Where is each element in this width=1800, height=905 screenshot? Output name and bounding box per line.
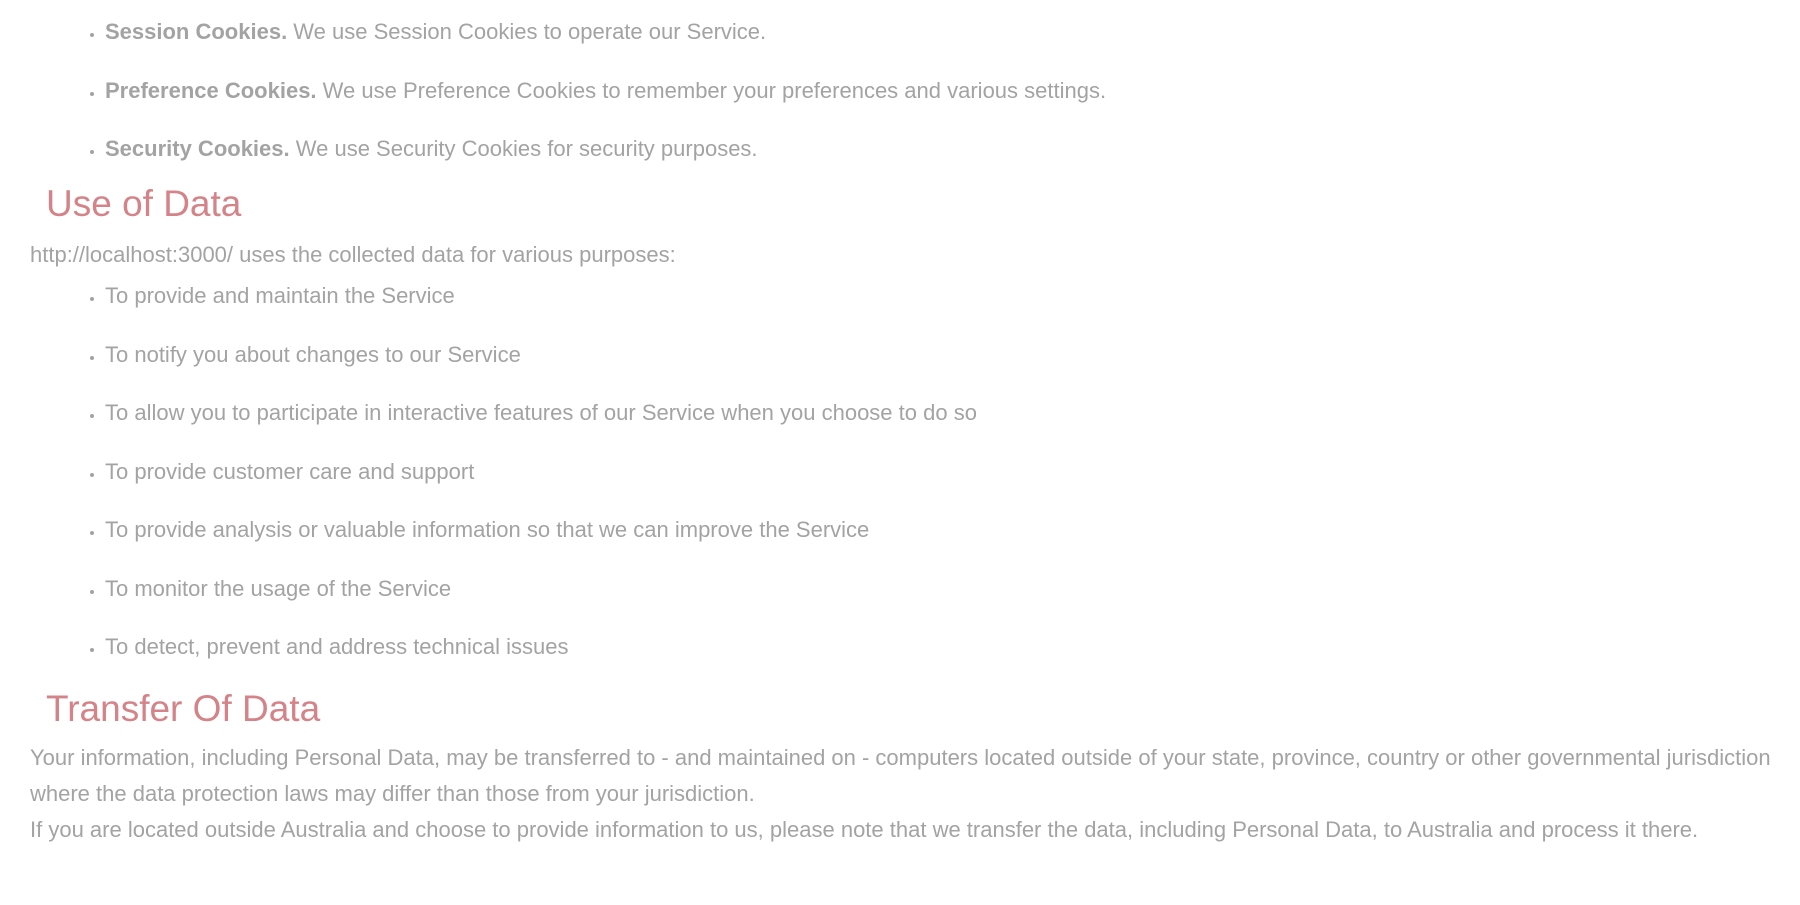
list-item: To monitor the usage of the Service — [105, 576, 1790, 602]
transfer-of-data-heading: Transfer Of Data — [46, 688, 321, 729]
use-of-data-heading: Use of Data — [46, 183, 242, 224]
list-item: To detect, prevent and address technical… — [105, 634, 1790, 660]
cookie-type-text: We use Session Cookies to operate our Se… — [287, 19, 767, 44]
list-item: To notify you about changes to our Servi… — [105, 342, 1790, 368]
privacy-policy-content: Session Cookies. We use Session Cookies … — [30, 0, 1790, 848]
transfer-of-data-paragraph: Your information, including Personal Dat… — [30, 745, 1771, 806]
use-of-data-list: To provide and maintain the Service To n… — [30, 283, 1790, 660]
list-item: Preference Cookies. We use Preference Co… — [105, 78, 1790, 104]
list-item: Security Cookies. We use Security Cookie… — [105, 136, 1790, 162]
list-item: To provide analysis or valuable informat… — [105, 517, 1790, 543]
transfer-of-data-paragraph-2: If you are located outside Australia and… — [30, 817, 1699, 842]
cookie-type-title: Security Cookies. — [105, 136, 290, 161]
list-item: Session Cookies. We use Session Cookies … — [105, 19, 1790, 45]
list-item: To allow you to participate in interacti… — [105, 400, 1790, 426]
list-item: To provide and maintain the Service — [105, 283, 1790, 309]
use-of-data-intro: http://localhost:3000/ uses the collecte… — [30, 242, 676, 267]
cookie-type-title: Session Cookies. — [105, 19, 288, 44]
cookie-type-text: We use Preference Cookies to remember yo… — [316, 77, 1107, 103]
list-item: To provide customer care and support — [105, 459, 1790, 485]
cookie-types-list: Session Cookies. We use Session Cookies … — [30, 0, 1790, 162]
cookie-type-text: We use Security Cookies for security pur… — [289, 136, 758, 161]
cookie-type-title: Preference Cookies. — [105, 77, 317, 103]
